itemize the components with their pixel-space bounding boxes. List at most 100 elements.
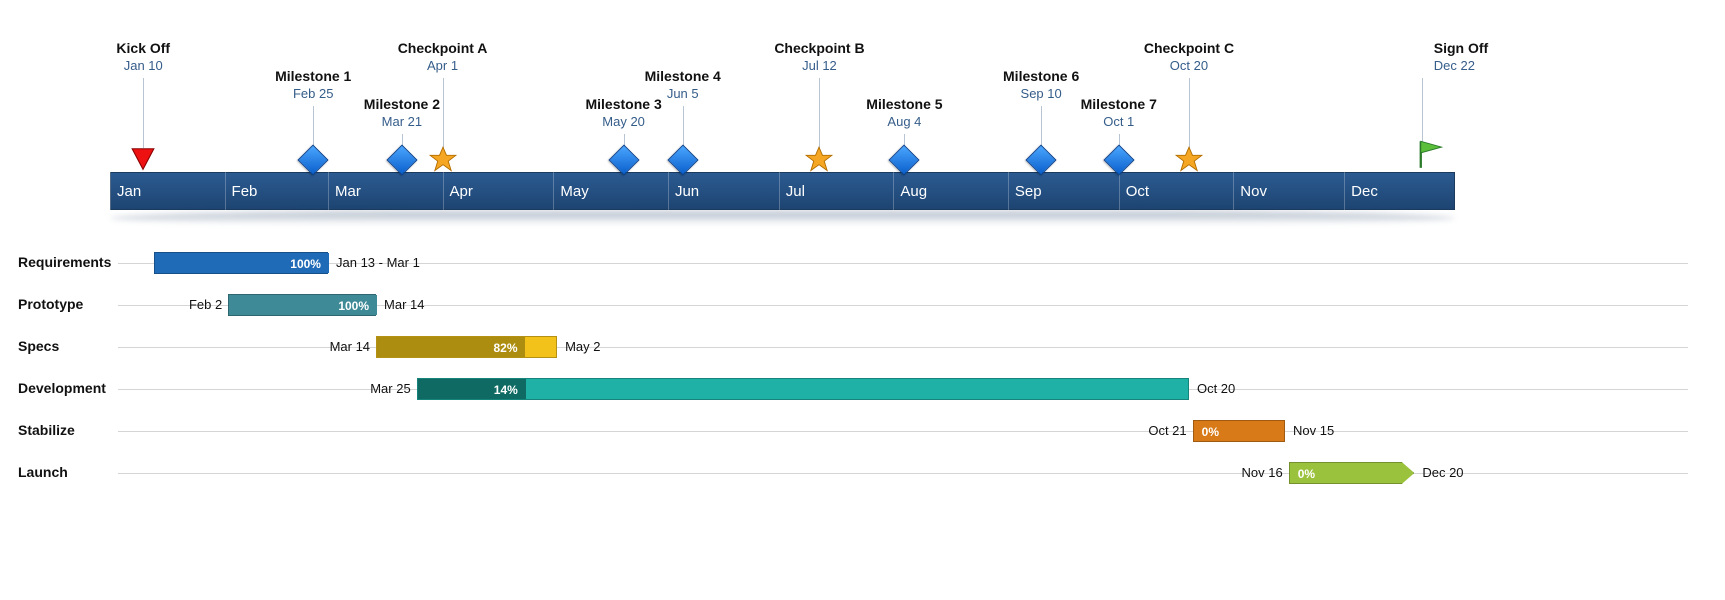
timeline-shadow: [110, 211, 1455, 225]
task-percent: 100%: [284, 253, 327, 275]
milestone-date: Jan 10: [116, 58, 170, 73]
diamond-icon: [889, 144, 920, 175]
task-row: Prototype 100% Feb 2 Mar 14: [18, 294, 1707, 316]
milestone-connector: [143, 78, 144, 148]
milestone-title: Kick Off: [116, 40, 170, 56]
milestone: Milestone 7 Oct 1: [1081, 96, 1157, 129]
task-percent: 0%: [1292, 463, 1321, 485]
milestone: Milestone 4 Jun 5: [645, 68, 721, 101]
task-percent: 14%: [488, 379, 524, 401]
task-percent: 100%: [332, 295, 375, 317]
milestone-connector: [313, 106, 314, 148]
month-tick: Oct: [1119, 172, 1149, 210]
task-start-date: Mar 14: [330, 339, 370, 354]
star-icon: [429, 146, 457, 174]
milestone-date: Dec 22: [1434, 58, 1488, 73]
milestone-title: Sign Off: [1434, 40, 1488, 56]
triangle-icon: [130, 146, 156, 175]
month-tick: May: [553, 172, 588, 210]
task-row: Stabilize 0% Oct 21 Nov 15: [18, 420, 1707, 442]
task-label: Requirements: [18, 254, 111, 270]
milestone: Milestone 6 Sep 10: [1003, 68, 1079, 101]
month-label: May: [560, 183, 588, 200]
task-row: Development 14% Mar 25 Oct 20: [18, 378, 1707, 400]
task-label: Launch: [18, 464, 68, 480]
milestone-date: Oct 20: [1144, 58, 1234, 73]
milestone: Checkpoint B Jul 12: [774, 40, 864, 73]
diamond-icon: [1026, 144, 1057, 175]
month-tick: Jul: [779, 172, 805, 210]
month-label: Sep: [1015, 183, 1042, 200]
gantt-chart: Jan Feb Mar Apr May Jun Jul Aug Sep Oct Nov Dec Kick…: [0, 0, 1725, 600]
milestone: Milestone 5Aug 4: [866, 96, 942, 129]
milestone-title: Milestone 4: [645, 68, 721, 84]
task-end-date: Oct 20: [1197, 381, 1235, 396]
task-guide-line: [118, 431, 1688, 432]
milestone-title: Checkpoint A: [398, 40, 488, 56]
task-start-date: Oct 21: [1148, 423, 1186, 438]
milestone-connector: [1041, 106, 1042, 148]
milestone-title: Milestone 1: [275, 68, 351, 84]
milestone-date: Apr 1: [398, 58, 488, 73]
task-start-date: Mar 25: [370, 381, 410, 396]
month-label: Apr: [450, 183, 473, 200]
milestone-title: Milestone 6: [1003, 68, 1079, 84]
milestone-title: Checkpoint C: [1144, 40, 1234, 56]
month-label: Jan: [117, 183, 141, 200]
task-label: Stabilize: [18, 422, 75, 438]
month-label: Feb: [232, 183, 258, 200]
milestone-date: Oct 1: [1081, 114, 1157, 129]
milestone-date: Sep 10: [1003, 86, 1079, 101]
star-icon: [1175, 146, 1203, 174]
month-tick: Nov: [1233, 172, 1267, 210]
milestone: Checkpoint A Apr 1: [398, 40, 488, 73]
diamond-icon: [667, 144, 698, 175]
milestone-title: Milestone 7: [1081, 96, 1157, 112]
month-label: Mar: [335, 183, 361, 200]
milestone-date: Jul 12: [774, 58, 864, 73]
milestone: Milestone 2 Mar 21: [364, 96, 440, 129]
month-tick: Jun: [668, 172, 699, 210]
milestone-connector: [1189, 78, 1190, 148]
task-end-date: Nov 15: [1293, 423, 1334, 438]
month-tick: Mar: [328, 172, 361, 210]
diamond-icon: [1103, 144, 1134, 175]
task-bar: 0%: [1289, 462, 1415, 484]
task-label: Prototype: [18, 296, 83, 312]
task-percent: 82%: [487, 337, 523, 359]
task-row: Requirements 100% Jan 13 - Mar 1: [18, 252, 1707, 274]
milestone-connector: [1422, 78, 1423, 148]
month-label: Jun: [675, 183, 699, 200]
milestone-date: Mar 21: [364, 114, 440, 129]
month-tick: Feb: [225, 172, 258, 210]
milestone-title: Milestone 2: [364, 96, 440, 112]
diamond-icon: [608, 144, 639, 175]
task-row: Launch0%Nov 16Dec 20: [18, 462, 1707, 484]
task-label: Development: [18, 380, 106, 396]
milestone-date: Feb 25: [275, 86, 351, 101]
milestone-date: Jun 5: [645, 86, 721, 101]
task-label: Specs: [18, 338, 59, 354]
diamond-icon: [386, 144, 417, 175]
month-label: Oct: [1126, 183, 1149, 200]
month-tick: Apr: [443, 172, 473, 210]
task-bar: 100%: [154, 252, 328, 274]
task-bar: 0%: [1193, 420, 1285, 442]
milestone-title: Checkpoint B: [774, 40, 864, 56]
task-end-date: Jan 13 - Mar 1: [336, 255, 420, 270]
month-label: Aug: [900, 183, 927, 200]
month-tick: Dec: [1344, 172, 1378, 210]
task-bar: 82%: [376, 336, 557, 358]
task-start-date: Feb 2: [189, 297, 222, 312]
task-bar: 14%: [417, 378, 1189, 400]
task-end-date: Mar 14: [384, 297, 424, 312]
milestone: Kick Off Jan 10: [116, 40, 170, 73]
task-bar: 100%: [228, 294, 376, 316]
month-tick: Jan: [110, 172, 141, 210]
month-label: Jul: [786, 183, 805, 200]
month-label: Nov: [1240, 183, 1267, 200]
milestone-connector: [443, 78, 444, 148]
milestone-date: May 20: [585, 114, 661, 129]
task-row: Specs82%Mar 14May 2: [18, 336, 1707, 358]
milestone-date: Aug 4: [866, 114, 942, 129]
